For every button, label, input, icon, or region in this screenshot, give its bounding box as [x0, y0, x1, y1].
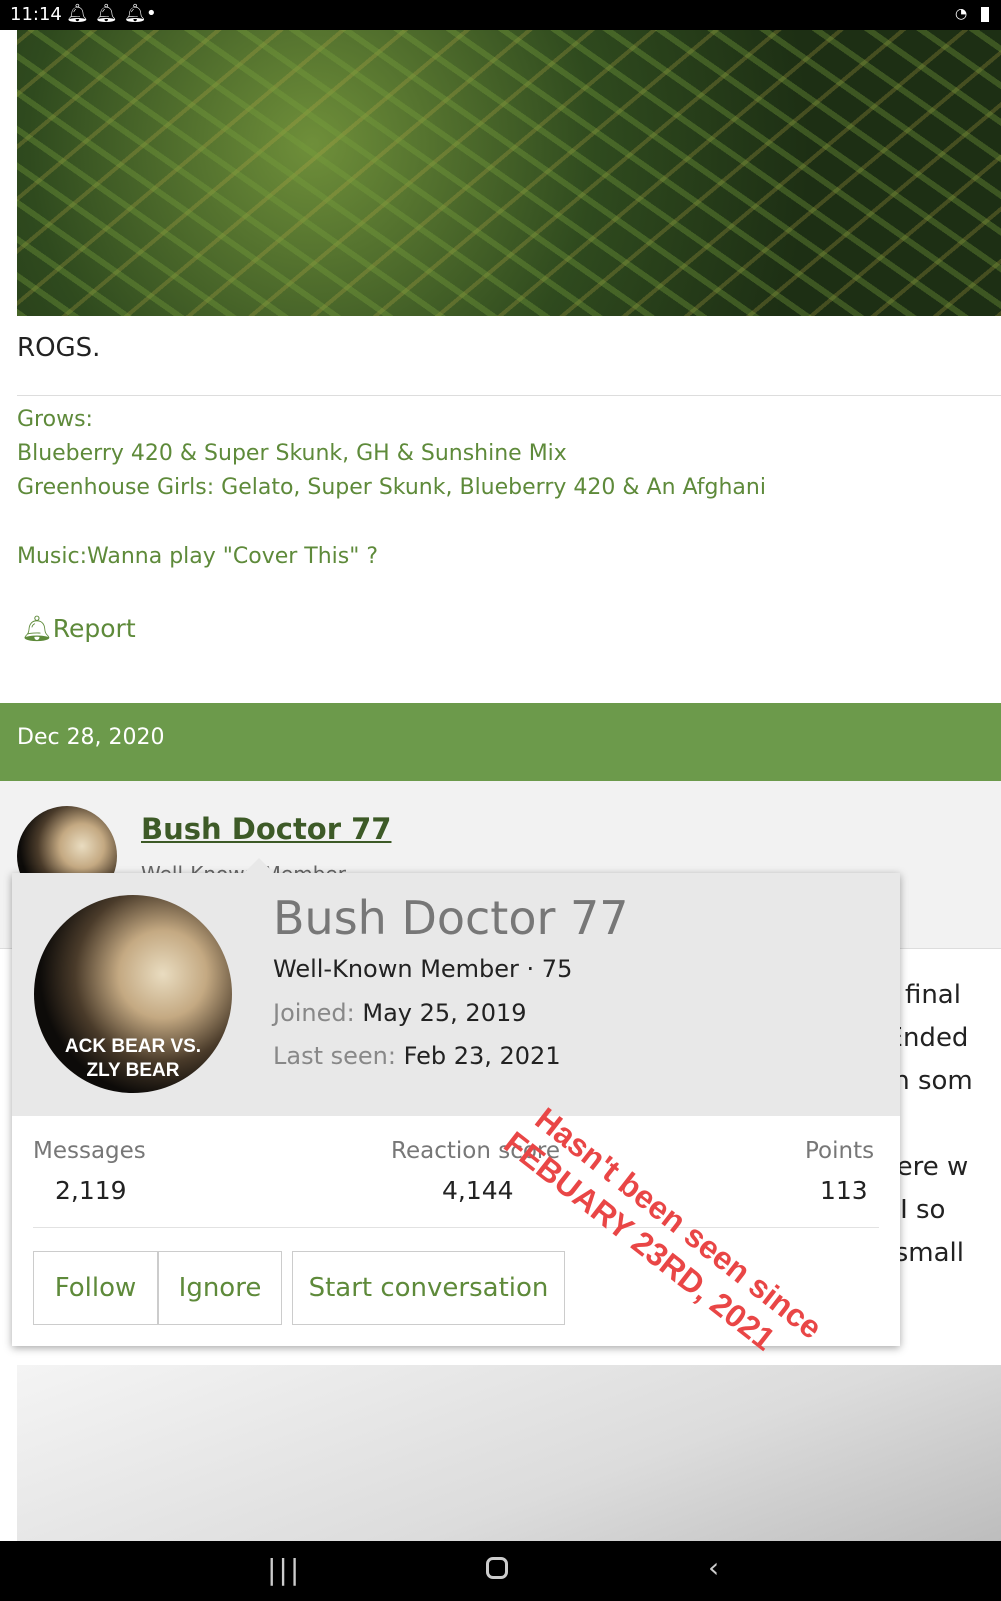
- member-title: Well-Known Member · 75: [273, 955, 573, 983]
- post-text: ROGS.: [17, 333, 101, 363]
- bell-icon: 🔔︎: [21, 614, 53, 643]
- divider: [33, 1227, 879, 1228]
- joined-row: Joined: May 25, 2019: [273, 999, 527, 1027]
- joined-date: May 25, 2019: [362, 999, 527, 1027]
- post-date: Dec 28, 2020: [17, 725, 165, 750]
- username-link[interactable]: Bush Doctor 77: [141, 812, 391, 846]
- battery-icon: [981, 7, 989, 22]
- back-icon[interactable]: ‹: [708, 1551, 719, 1584]
- signature-line: Music:Wanna play "Cover This" ?: [17, 544, 379, 569]
- report-button[interactable]: 🔔︎Report: [21, 614, 136, 644]
- popup-arrow: [243, 858, 275, 874]
- ignore-button[interactable]: Ignore: [158, 1251, 282, 1325]
- status-bar: 11:14 🔔︎🔔︎🔔︎ • ◔: [0, 0, 1001, 30]
- recent-apps-icon[interactable]: |||: [267, 1553, 301, 1586]
- post-image-grow-tent[interactable]: [17, 1365, 1001, 1541]
- clock: 11:14: [10, 4, 62, 25]
- divider: [17, 395, 1001, 396]
- follow-button[interactable]: Follow: [33, 1251, 158, 1325]
- start-conversation-button[interactable]: Start conversation: [292, 1251, 565, 1325]
- home-icon[interactable]: [486, 1557, 508, 1579]
- dot: •: [146, 3, 157, 24]
- last-seen-label: Last seen:: [273, 1042, 396, 1070]
- signature-line: Grows:: [17, 407, 93, 432]
- member-avatar[interactable]: ACK BEAR VS. ZLY BEAR: [34, 895, 232, 1093]
- last-seen-date: Feb 23, 2021: [403, 1042, 561, 1070]
- post-date-bar: Dec 28, 2020: [0, 703, 1001, 781]
- stat-value-reaction-score[interactable]: 4,144: [442, 1176, 514, 1205]
- stat-label-messages: Messages: [33, 1138, 146, 1164]
- stat-value-points[interactable]: 113: [820, 1176, 868, 1205]
- avatar-logo-text: ACK BEAR VS. ZLY BEAR: [64, 1036, 202, 1081]
- report-label: Report: [52, 614, 136, 643]
- signature-line: Blueberry 420 & Super Skunk, GH & Sunshi…: [17, 441, 567, 466]
- stat-label-points: Points: [805, 1138, 875, 1164]
- post-image-plants[interactable]: [17, 30, 1001, 316]
- bell-icon: 🔔︎🔔︎🔔︎: [66, 3, 153, 24]
- joined-label: Joined:: [273, 999, 355, 1027]
- wifi-icon: ◔: [955, 6, 968, 22]
- navigation-bar: ||| ‹: [0, 1541, 1001, 1601]
- signature-line: Greenhouse Girls: Gelato, Super Skunk, B…: [17, 475, 766, 500]
- member-name[interactable]: Bush Doctor 77: [273, 891, 629, 945]
- last-seen-row: Last seen: Feb 23, 2021: [273, 1042, 561, 1070]
- stat-value-messages[interactable]: 2,119: [55, 1176, 127, 1205]
